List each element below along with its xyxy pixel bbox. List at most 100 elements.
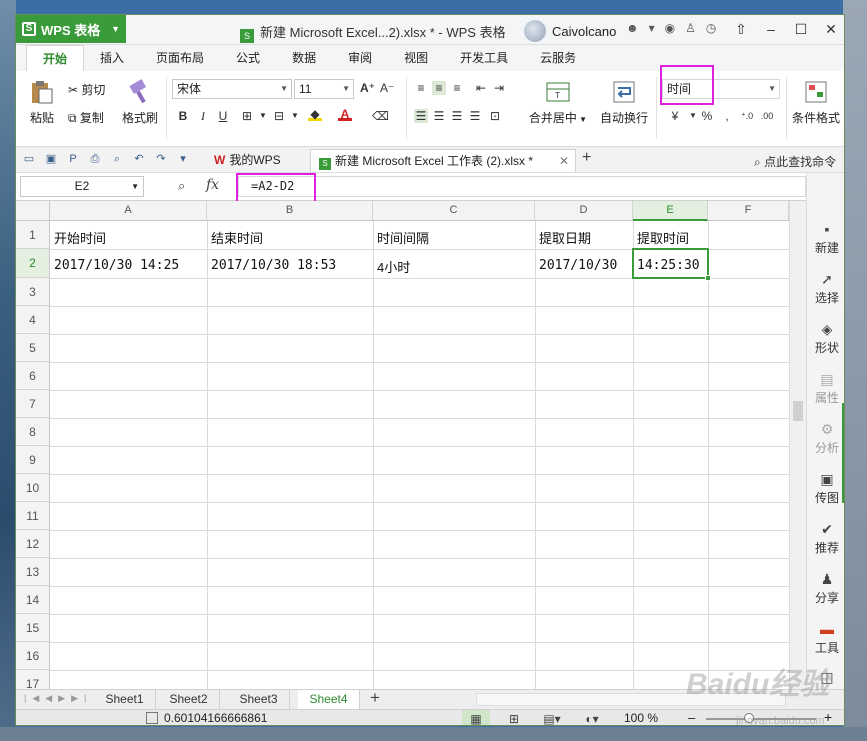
- align-right-icon[interactable]: ☰: [450, 109, 464, 123]
- cell-b2[interactable]: 2017/10/30 18:53: [209, 258, 336, 273]
- pane-tools[interactable]: ▬ 工具: [807, 621, 844, 656]
- font-color-icon[interactable]: A: [338, 107, 352, 121]
- cell-b1[interactable]: 结束时间: [209, 228, 263, 247]
- fill-color-icon[interactable]: ◆: [308, 107, 322, 121]
- align-left-icon[interactable]: ☰: [414, 109, 428, 123]
- chevron-down-icon[interactable]: ▾: [176, 152, 190, 166]
- merge-center-button[interactable]: T 合并居中 ▼: [526, 79, 590, 126]
- row-header-14[interactable]: 14: [16, 586, 50, 614]
- tab-cloud[interactable]: 云服务: [524, 45, 592, 71]
- align-middle-icon[interactable]: ≡: [432, 81, 446, 95]
- wrap-text-button[interactable]: 自动换行: [596, 79, 652, 126]
- zoom-search-icon[interactable]: ⌕: [178, 178, 185, 194]
- close-tab-icon[interactable]: ✕: [559, 150, 569, 172]
- row-header-1[interactable]: 1: [16, 221, 50, 249]
- pane-share[interactable]: ♟ 分享: [807, 571, 844, 606]
- close-button[interactable]: ✕: [816, 15, 844, 43]
- add-sheet-button[interactable]: +: [370, 688, 380, 708]
- column-header-e[interactable]: E: [633, 201, 708, 221]
- name-box[interactable]: E2 ▼: [20, 176, 144, 197]
- minimize-button[interactable]: –: [756, 15, 786, 43]
- layout-view-button[interactable]: ▤▾: [538, 710, 566, 725]
- cell-c1[interactable]: 时间间隔: [375, 228, 429, 247]
- pane-upload-image[interactable]: ▣ 传图: [807, 471, 844, 506]
- indent-increase-icon[interactable]: ⇥: [492, 81, 506, 95]
- pane-recommend[interactable]: ✔ 推荐: [807, 521, 844, 556]
- tab-page-layout[interactable]: 页面布局: [140, 45, 220, 71]
- cut-button[interactable]: ✂ 剪切: [68, 81, 105, 98]
- shrink-font-icon[interactable]: A⁻: [380, 81, 394, 95]
- zoom-level[interactable]: 100 %: [624, 711, 658, 725]
- tab-review[interactable]: 审阅: [332, 45, 388, 71]
- sheet-tab-2[interactable]: Sheet2: [158, 690, 220, 709]
- paste-button[interactable]: 粘贴: [24, 79, 60, 126]
- thousands-icon[interactable]: ,: [720, 109, 734, 123]
- row-header-12[interactable]: 12: [16, 530, 50, 558]
- normal-view-button[interactable]: ▦: [462, 710, 490, 725]
- chevron-down-icon[interactable]: ▾: [649, 21, 655, 35]
- align-top-icon[interactable]: ≡: [414, 81, 428, 95]
- fill-handle[interactable]: [705, 275, 711, 281]
- command-search[interactable]: ⌕ 点此查找命令: [754, 153, 836, 170]
- cell-a1[interactable]: 开始时间: [52, 228, 106, 247]
- tab-developer[interactable]: 开发工具: [444, 45, 524, 71]
- cell-d2[interactable]: 2017/10/30: [537, 258, 617, 273]
- decrease-decimal-icon[interactable]: .00: [760, 109, 774, 123]
- sheet-tab-3[interactable]: Sheet3: [228, 690, 290, 709]
- justify-icon[interactable]: ☰: [468, 109, 482, 123]
- zoom-out-button[interactable]: –: [688, 710, 695, 725]
- align-bottom-icon[interactable]: ≡: [450, 81, 464, 95]
- print-icon[interactable]: ⎙: [88, 152, 102, 166]
- underline-icon[interactable]: U: [216, 109, 230, 123]
- zoom-slider[interactable]: [706, 718, 816, 720]
- merge-icon[interactable]: ⊟: [272, 109, 286, 123]
- new-tab-button[interactable]: +: [582, 149, 591, 167]
- cell-a2[interactable]: 2017/10/30 14:25: [52, 258, 179, 273]
- tab-insert[interactable]: 插入: [84, 45, 140, 71]
- percent-icon[interactable]: %: [700, 109, 714, 123]
- undo-icon[interactable]: ↶: [132, 152, 146, 166]
- pane-toggle-handle[interactable]: [842, 403, 844, 503]
- formula-input[interactable]: =A2-D2: [238, 176, 806, 197]
- fx-icon[interactable]: fx: [206, 177, 219, 193]
- row-header-6[interactable]: 6: [16, 362, 50, 390]
- column-header-b[interactable]: B: [207, 201, 373, 221]
- chevron-down-icon[interactable]: ▼: [256, 109, 270, 123]
- pane-new[interactable]: ▪ 新建: [807, 221, 844, 256]
- font-name-select[interactable]: 宋体 ▼: [172, 79, 292, 99]
- align-center-icon[interactable]: ☰: [432, 109, 446, 123]
- row-header-9[interactable]: 9: [16, 446, 50, 474]
- save-icon[interactable]: ▣: [44, 152, 58, 166]
- grow-font-icon[interactable]: A⁺: [360, 81, 375, 95]
- border-icon[interactable]: ⊞: [240, 109, 254, 123]
- export-pdf-icon[interactable]: P: [66, 152, 80, 166]
- chevron-down-icon[interactable]: ▼: [686, 109, 700, 123]
- row-header-7[interactable]: 7: [16, 390, 50, 418]
- currency-icon[interactable]: ¥: [668, 109, 682, 123]
- tab-excel-document[interactable]: S 新建 Microsoft Excel 工作表 (2).xlsx * ✕: [310, 149, 576, 172]
- font-size-select[interactable]: 11 ▼: [294, 79, 354, 99]
- row-header-4[interactable]: 4: [16, 306, 50, 334]
- sheet-nav-arrows[interactable]: |◀◀▶▶|: [24, 693, 92, 704]
- pane-properties[interactable]: ▤ 属性: [807, 371, 844, 406]
- cell-e1[interactable]: 提取时间: [635, 228, 689, 247]
- row-header-3[interactable]: 3: [16, 278, 50, 306]
- bold-icon[interactable]: B: [176, 109, 190, 123]
- zoom-slider-knob[interactable]: [744, 713, 754, 723]
- sheet-tab-4[interactable]: Sheet4: [298, 690, 360, 709]
- pane-select[interactable]: ➚ 选择: [807, 271, 844, 306]
- skin-icon[interactable]: ♙: [685, 21, 696, 35]
- cell-c2[interactable]: 4小时: [375, 257, 410, 276]
- row-header-16[interactable]: 16: [16, 642, 50, 670]
- vertical-scrollbar[interactable]: [789, 201, 806, 689]
- pane-analyze[interactable]: ⚙ 分析: [807, 421, 844, 456]
- bot-icon[interactable]: ☻: [626, 21, 639, 35]
- column-header-f[interactable]: F: [708, 201, 789, 221]
- conditional-format-button[interactable]: 条件格式: [790, 79, 842, 126]
- tab-formulas[interactable]: 公式: [220, 45, 276, 71]
- select-all-corner[interactable]: [16, 201, 50, 221]
- indent-decrease-icon[interactable]: ⇤: [474, 81, 488, 95]
- row-header-5[interactable]: 5: [16, 334, 50, 362]
- cell-d1[interactable]: 提取日期: [537, 228, 591, 247]
- horizontal-scrollbar[interactable]: [476, 693, 786, 706]
